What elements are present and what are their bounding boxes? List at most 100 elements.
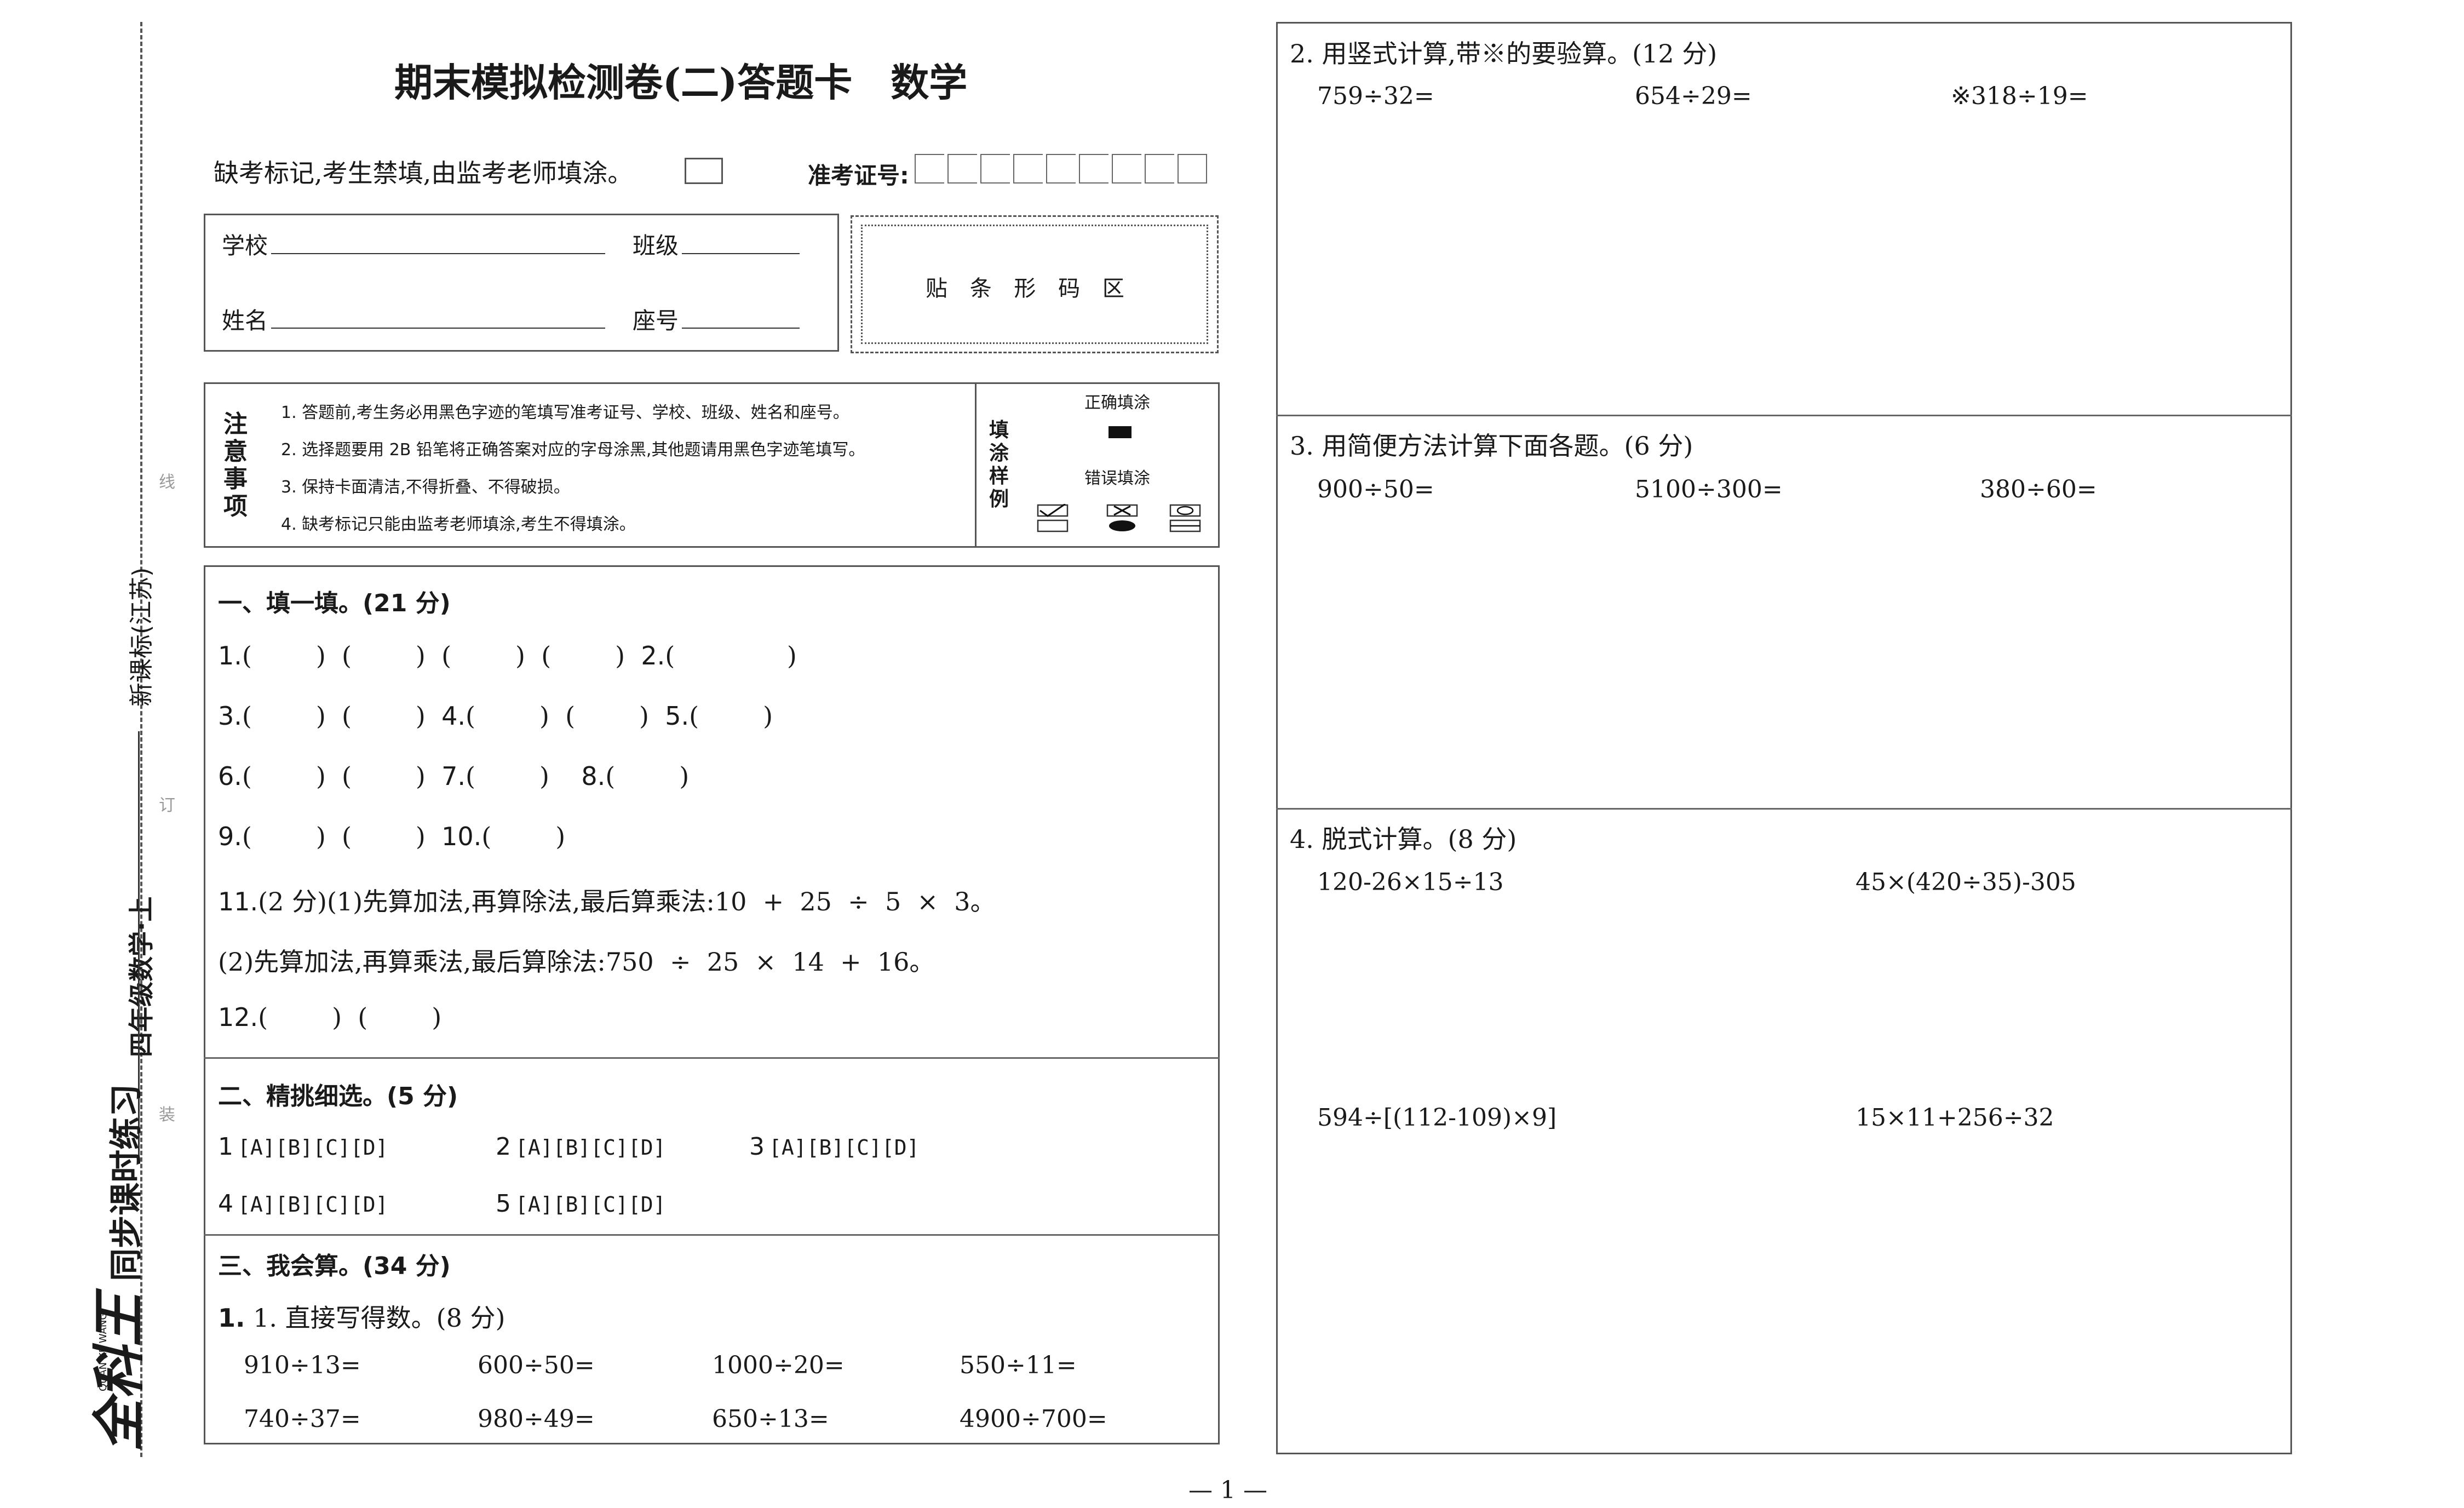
mc-question-3[interactable]: 3 [A][B][C][D] xyxy=(749,1133,920,1161)
q3-1-title: 1. 1. 直接写得数。(8 分) xyxy=(218,1303,506,1333)
calc-item: 650÷13= xyxy=(712,1405,829,1433)
q-num: 8. xyxy=(581,761,606,791)
q9-row: 9.( ) ( ) 10.( ) xyxy=(218,822,566,851)
q-num: 4. xyxy=(441,701,466,731)
mc-num: 3 xyxy=(749,1133,765,1161)
wrong-sample-circle xyxy=(1169,504,1201,532)
school-field[interactable] xyxy=(271,253,605,254)
cut-mark-line: 线 xyxy=(159,473,175,492)
absent-note: 缺考标记,考生禁填,由监考老师填涂。 xyxy=(214,158,633,188)
q-num: 7. xyxy=(441,761,466,791)
exam-no-digit[interactable] xyxy=(1145,154,1174,184)
exam-no-digit[interactable] xyxy=(1046,154,1076,184)
mc-num: 5 xyxy=(496,1190,511,1218)
seat-field[interactable] xyxy=(682,328,800,329)
exam-no-digit[interactable] xyxy=(1013,154,1043,184)
q11b-row: (2)先算加法,再算乘法,最后算除法:750 ÷ 25 × 14 + 16。 xyxy=(218,947,935,977)
wrong-label: 错误填涂 xyxy=(1084,469,1150,488)
calc-item: 980÷49= xyxy=(478,1405,595,1433)
part2-divider xyxy=(204,1234,1220,1236)
school-label: 学校 xyxy=(222,232,268,259)
mc-question-4[interactable]: 4 [A][B][C][D] xyxy=(218,1190,388,1218)
q11a-text: (2 分)(1)先算加法,再算除法,最后算乘法:10 + 25 ÷ 5 × 3。 xyxy=(258,887,996,916)
mc-options[interactable]: [A][B][C][D] xyxy=(238,1136,388,1160)
q3-2-divider xyxy=(1276,415,2292,416)
mc-question-5[interactable]: 5 [A][B][C][D] xyxy=(496,1190,666,1218)
part1-title: 一、填一填。(21 分) xyxy=(218,589,451,617)
q-num: 9. xyxy=(218,822,242,851)
mc-options[interactable]: [A][B][C][D] xyxy=(769,1136,920,1160)
work-space-q3[interactable] xyxy=(1279,518,2289,802)
page-number: — 1 — xyxy=(1188,1476,1267,1504)
name-field[interactable] xyxy=(271,328,605,329)
q3-row: 3.( ) ( ) 4.( ) ( ) 5.( ) xyxy=(218,701,773,731)
exam-no-digit[interactable] xyxy=(1079,154,1108,184)
exam-no-digit[interactable] xyxy=(1178,154,1207,184)
q-num: 6. xyxy=(218,761,242,791)
calc-item: 900÷50= xyxy=(1317,475,1434,503)
correct-mark xyxy=(1108,426,1132,438)
notice-divider xyxy=(975,382,977,548)
wrong-sample-cross xyxy=(1106,504,1138,532)
exam-no-digit[interactable] xyxy=(915,154,944,184)
mc-options[interactable]: [A][B][C][D] xyxy=(238,1192,388,1217)
q-num: 5. xyxy=(665,701,690,731)
sample-label: 填涂样例 xyxy=(989,419,1009,511)
q6-row: 6.( ) ( ) 7.( ) 8.( ) xyxy=(218,761,690,791)
brand-subtitle: 同步课时练习 xyxy=(107,1083,146,1281)
notice-label: 注意事项 xyxy=(223,410,248,520)
class-field[interactable] xyxy=(682,253,800,254)
calc-item: 4900÷700= xyxy=(960,1405,1107,1433)
calc-item: 120-26×15÷13 xyxy=(1317,868,1504,896)
calc-item: 1000÷20= xyxy=(712,1351,845,1379)
mc-options[interactable]: [A][B][C][D] xyxy=(515,1136,666,1160)
calc-item: 380÷60= xyxy=(1980,475,2097,503)
exam-no-digit[interactable] xyxy=(947,154,977,184)
q11a-row: 11.(2 分)(1)先算加法,再算除法,最后算乘法:10 + 25 ÷ 5 ×… xyxy=(218,882,996,918)
cut-mark-zhuang: 装 xyxy=(159,1105,175,1125)
calc-item: 740÷37= xyxy=(244,1405,361,1433)
notice-item: 3. 保持卡面清洁,不得折叠、不得破损。 xyxy=(281,478,570,497)
brand-logo: 全科王 同步课时练习 xyxy=(77,1084,153,1452)
q3-4-title: 4. 脱式计算。(8 分) xyxy=(1290,824,1517,854)
q12-row: 12.( ) ( ) xyxy=(218,1002,442,1032)
info-box xyxy=(204,214,839,352)
absent-mark-box[interactable] xyxy=(685,158,723,184)
calc-item: 600÷50= xyxy=(478,1351,595,1379)
calc-item: 759÷32= xyxy=(1317,82,1434,110)
part2-title: 二、精挑细选。(5 分) xyxy=(218,1082,458,1110)
q-num: 3. xyxy=(218,701,242,731)
mc-question-2[interactable]: 2 [A][B][C][D] xyxy=(496,1133,666,1161)
seat-label: 座号 xyxy=(633,307,679,334)
exam-no-boxes[interactable] xyxy=(915,152,1210,186)
q1-row: 1.( ) ( ) ( ) ( ) 2.( ) xyxy=(218,641,797,670)
notice-item: 1. 答题前,考生务必用黑色字迹的笔填写准考证号、学校、班级、姓名和座号。 xyxy=(281,403,849,422)
spine-grade-label: 四年级数学·上 xyxy=(127,896,156,1057)
calc-item: 550÷11= xyxy=(960,1351,1077,1379)
mc-num: 2 xyxy=(496,1133,511,1161)
spine-series-label: 新课标(江苏) xyxy=(128,567,156,707)
calc-item: 5100÷300= xyxy=(1635,475,1783,503)
calc-item: 910÷13= xyxy=(244,1351,361,1379)
exam-no-digit[interactable] xyxy=(1112,154,1141,184)
work-space-q4[interactable] xyxy=(1279,909,2289,1446)
exam-no-label: 准考证号: xyxy=(808,162,909,189)
mc-options[interactable]: [A][B][C][D] xyxy=(515,1192,666,1217)
q3-3-divider xyxy=(1276,808,2292,810)
wrong-sample-check xyxy=(1037,503,1069,532)
title-text: 期末模拟检测卷(二)答题卡 xyxy=(394,60,853,105)
calc-item: ※318÷19= xyxy=(1951,82,2088,110)
correct-label: 正确填涂 xyxy=(1084,393,1150,412)
cut-mark-ding: 订 xyxy=(159,796,175,815)
q-num: 12. xyxy=(218,1002,259,1032)
part3-title: 三、我会算。(34 分) xyxy=(218,1252,451,1280)
mc-question-1[interactable]: 1 [A][B][C][D] xyxy=(218,1133,388,1161)
work-space-q2[interactable] xyxy=(1279,126,2289,411)
q3-2-title: 2. 用竖式计算,带※的要验算。(12 分) xyxy=(1290,39,1718,68)
mc-num: 1 xyxy=(218,1133,233,1161)
calc-item: 45×(420÷35)-305 xyxy=(1856,868,2076,896)
notice-item: 2. 选择题要用 2B 铅笔将正确答案对应的字母涂黑,其他题请用黑色字迹笔填写。 xyxy=(281,440,865,460)
mc-num: 4 xyxy=(218,1190,233,1218)
exam-no-digit[interactable] xyxy=(980,154,1010,184)
q-num: 10. xyxy=(441,822,482,851)
